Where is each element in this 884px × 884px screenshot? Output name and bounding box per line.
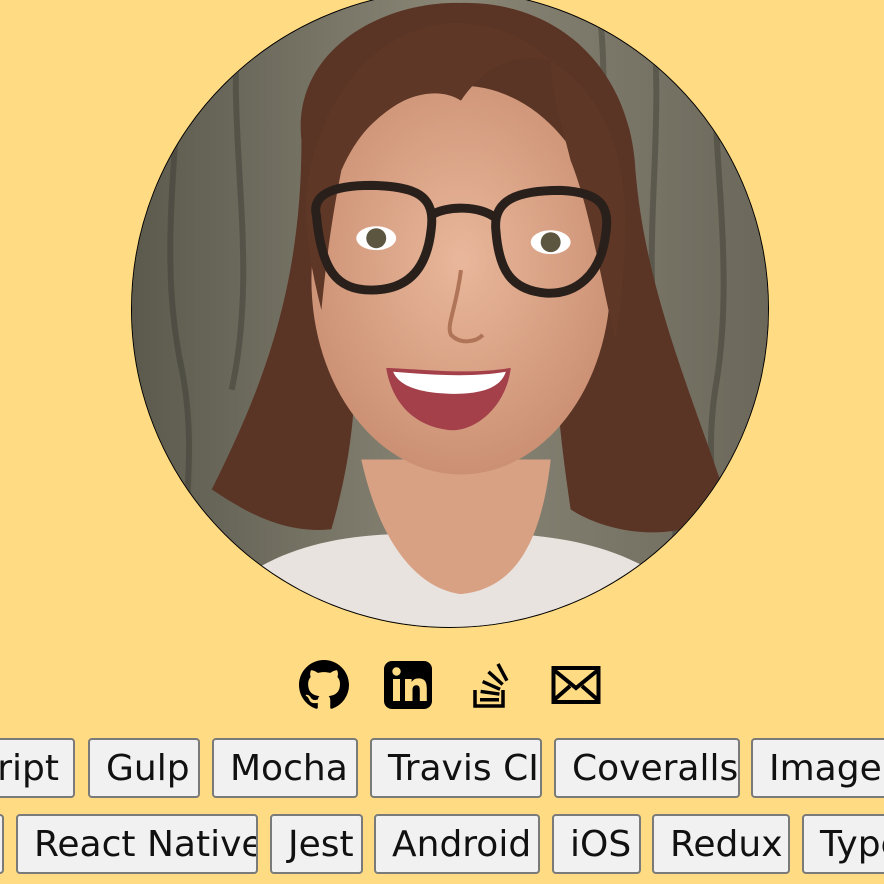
skill-tag: Android [374,814,540,874]
skill-tag: Redux [652,814,790,874]
skill-tag: Coveralls [554,738,740,798]
skills-row-2: React Native Jest Android iOS Redux Type [0,814,884,878]
github-link[interactable] [298,659,350,711]
linkedin-link[interactable] [382,659,434,711]
profile-page: ript Gulp Mocha Travis CI Coveralls Imag… [0,0,884,884]
stackoverflow-link[interactable] [466,659,518,711]
skill-tag: ImageM [751,738,884,798]
skill-tag: iOS [552,814,641,874]
social-links [0,659,884,711]
skill-tag: React Native [16,814,258,874]
email-link[interactable] [550,659,602,711]
skill-tag: Mocha [212,738,358,798]
skill-tag [0,814,4,874]
skills-row-1: ript Gulp Mocha Travis CI Coveralls Imag… [0,738,884,802]
skill-tag: Travis CI [370,738,542,798]
email-icon [551,666,601,704]
profile-photo [131,0,769,628]
github-icon [299,660,349,709]
linkedin-icon [384,661,432,709]
skill-tag: Jest [270,814,363,874]
skill-tag: Type [802,814,884,874]
stackoverflow-icon [473,663,509,708]
skill-tag: Gulp [88,738,200,798]
skill-tag: ript [0,738,75,798]
